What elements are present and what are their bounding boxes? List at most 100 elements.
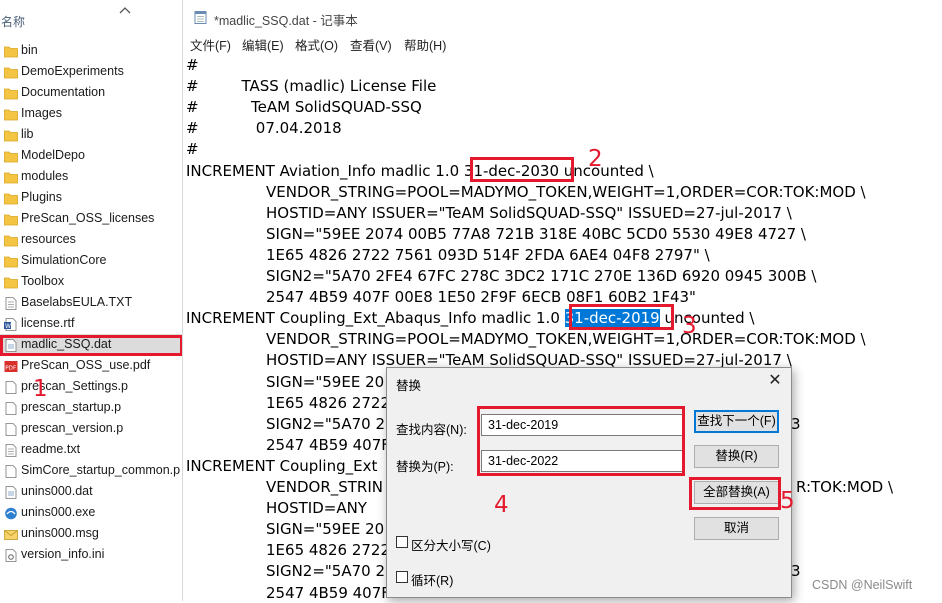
file-name: unins000.dat: [21, 484, 93, 498]
file-row[interactable]: BaselabsEULA.TXT: [0, 292, 182, 313]
text-line: #: [186, 55, 199, 75]
text-line: SIGN2="5A70 2: [266, 414, 385, 434]
text-line: 1E65 4826 2722 7561 093D 514F 2FDA 6AE4 …: [266, 245, 710, 265]
find-what-label: 查找内容(N):: [396, 423, 467, 437]
file-row[interactable]: unins000.dat: [0, 481, 182, 502]
word-document-icon: W: [4, 317, 18, 331]
annotation-number-4: 4: [494, 492, 509, 518]
annotation-number-1: 1: [33, 376, 48, 402]
selected-file-highlight-box: [0, 335, 182, 356]
installer-icon: [4, 506, 18, 520]
watermark: CSDN @NeilSwift: [812, 578, 913, 592]
file-row[interactable]: version_info.ini: [0, 544, 182, 565]
folder-icon: [4, 233, 18, 247]
chevron-up-icon[interactable]: [118, 4, 132, 18]
line-text: SIGN2="5A70 2: [266, 414, 386, 433]
annotation-number-5: 5: [780, 488, 795, 514]
line-text: # 07.04.2018: [186, 119, 342, 138]
file-name: prescan_version.p: [21, 421, 124, 435]
window-title: *madlic_SSQ.dat - 记事本: [214, 14, 358, 28]
text-line: 1E65 4826 2722: [266, 393, 390, 413]
folder-icon: [4, 44, 18, 58]
text-line: VENDOR_STRING=POOL=MADYMO_TOKEN,WEIGHT=1…: [266, 329, 866, 349]
line-text: 2547 4B59 407F: [266, 435, 390, 454]
menu-help[interactable]: 帮助(H): [404, 35, 446, 54]
text-line: SIGN="59EE 2074 00B5 77A8 721B 318E 40BC…: [266, 224, 806, 244]
folder-icon: [4, 275, 18, 289]
name-column-header[interactable]: 名称: [1, 13, 25, 30]
file-row[interactable]: Images: [0, 103, 182, 124]
blank-file-icon: [4, 380, 18, 394]
match-case-label[interactable]: 区分大小写(C): [411, 535, 491, 554]
line-text: SIGN="59EE 20: [266, 372, 385, 391]
file-row[interactable]: SimCore_startup_common.p: [0, 460, 182, 481]
text-line: # 07.04.2018: [186, 118, 342, 138]
file-row[interactable]: prescan_startup.p: [0, 397, 182, 418]
replace-button[interactable]: 替换(R): [694, 445, 779, 468]
match-case-checkbox[interactable]: [396, 536, 408, 548]
file-row[interactable]: readme.txt: [0, 439, 182, 460]
file-row[interactable]: Toolbox: [0, 271, 182, 292]
file-row[interactable]: Documentation: [0, 82, 182, 103]
file-row[interactable]: Wlicense.rtf: [0, 313, 182, 334]
file-row[interactable]: DemoExperiments: [0, 61, 182, 82]
annotation-number-3: 3: [682, 313, 697, 339]
line-text: # TASS (madlic) License File: [186, 77, 437, 96]
menu-format[interactable]: 格式(O): [295, 35, 338, 54]
folder-icon: [4, 128, 18, 142]
file-row[interactable]: SimulationCore: [0, 250, 182, 271]
menu-view[interactable]: 查看(V): [350, 35, 392, 54]
file-name: Documentation: [21, 85, 106, 99]
file-name: PreScan_OSS_use.pdf: [21, 358, 151, 372]
file-name: SimCore_startup_common.p: [21, 463, 181, 477]
file-row[interactable]: ModelDepo: [0, 145, 182, 166]
file-row[interactable]: bin: [0, 40, 182, 61]
file-name: resources: [21, 232, 76, 246]
file-name: PreScan_OSS_licenses: [21, 211, 155, 225]
file-row[interactable]: unins000.exe: [0, 502, 182, 523]
line-text: SIGN="59EE 20: [266, 520, 385, 539]
file-row[interactable]: PDF PreScan_OSS_use.pdf: [0, 355, 182, 376]
file-row[interactable]: resources: [0, 229, 182, 250]
dialog-title: 替换: [396, 379, 422, 393]
menu-edit[interactable]: 编辑(E): [242, 35, 284, 54]
line-text: 2547 4B59 407F: [266, 583, 390, 602]
file-name: Toolbox: [21, 274, 65, 288]
folder-icon: [4, 65, 18, 79]
date-2030-highlight-box: [470, 157, 574, 182]
blank-file-icon: [4, 464, 18, 478]
file-name: ModelDepo: [21, 148, 85, 162]
file-name: readme.txt: [21, 442, 81, 456]
file-row[interactable]: lib: [0, 124, 182, 145]
line-text: SIGN="59EE 2074 00B5 77A8 721B 318E 40BC…: [266, 224, 806, 243]
file-name: unins000.msg: [21, 526, 99, 540]
file-row[interactable]: prescan_Settings.p: [0, 376, 182, 397]
cancel-button[interactable]: 取消: [694, 517, 779, 540]
file-row[interactable]: PreScan_OSS_licenses: [0, 208, 182, 229]
file-row[interactable]: unins000.msg: [0, 523, 182, 544]
line-text-visible-right: 3: [791, 414, 801, 433]
text-line: VENDOR_STRING=POOL=MADYMO_TOKEN,WEIGHT=1…: [266, 182, 866, 202]
file-row[interactable]: Plugins: [0, 187, 182, 208]
text-line: SIGN="59EE 20: [266, 519, 384, 539]
find-next-button[interactable]: 查找下一个(F): [694, 410, 779, 433]
pdf-icon: PDF: [4, 359, 18, 372]
file-list: bin DemoExperiments Documentation Images lib…: [0, 40, 182, 565]
line-text: SIGN2="5A70 2FE4 67FC 278C 3DC2 171C 270…: [266, 267, 817, 285]
file-row[interactable]: prescan_version.p: [0, 418, 182, 439]
text-line: SIGN2="5A70 2FE4 67FC 278C 3DC2 171C 270…: [266, 266, 816, 286]
file-name: bin: [21, 43, 38, 57]
close-icon[interactable]: ✕: [765, 371, 785, 391]
wrap-around-checkbox[interactable]: [396, 571, 408, 583]
line-text-visible-right: 3: [791, 562, 801, 581]
text-line: SIGN2="5A70 2: [266, 561, 385, 581]
mail-file-icon: [4, 527, 18, 540]
file-row[interactable]: modules: [0, 166, 182, 187]
explorer-header: 名称: [0, 0, 182, 36]
menu-file[interactable]: 文件(F): [190, 35, 231, 54]
file-name: license.rtf: [21, 316, 75, 330]
folder-icon: [4, 254, 18, 268]
wrap-around-label[interactable]: 循环(R): [411, 570, 453, 589]
folder-icon: [4, 107, 18, 121]
line-text: 1E65 4826 2722: [266, 541, 390, 560]
